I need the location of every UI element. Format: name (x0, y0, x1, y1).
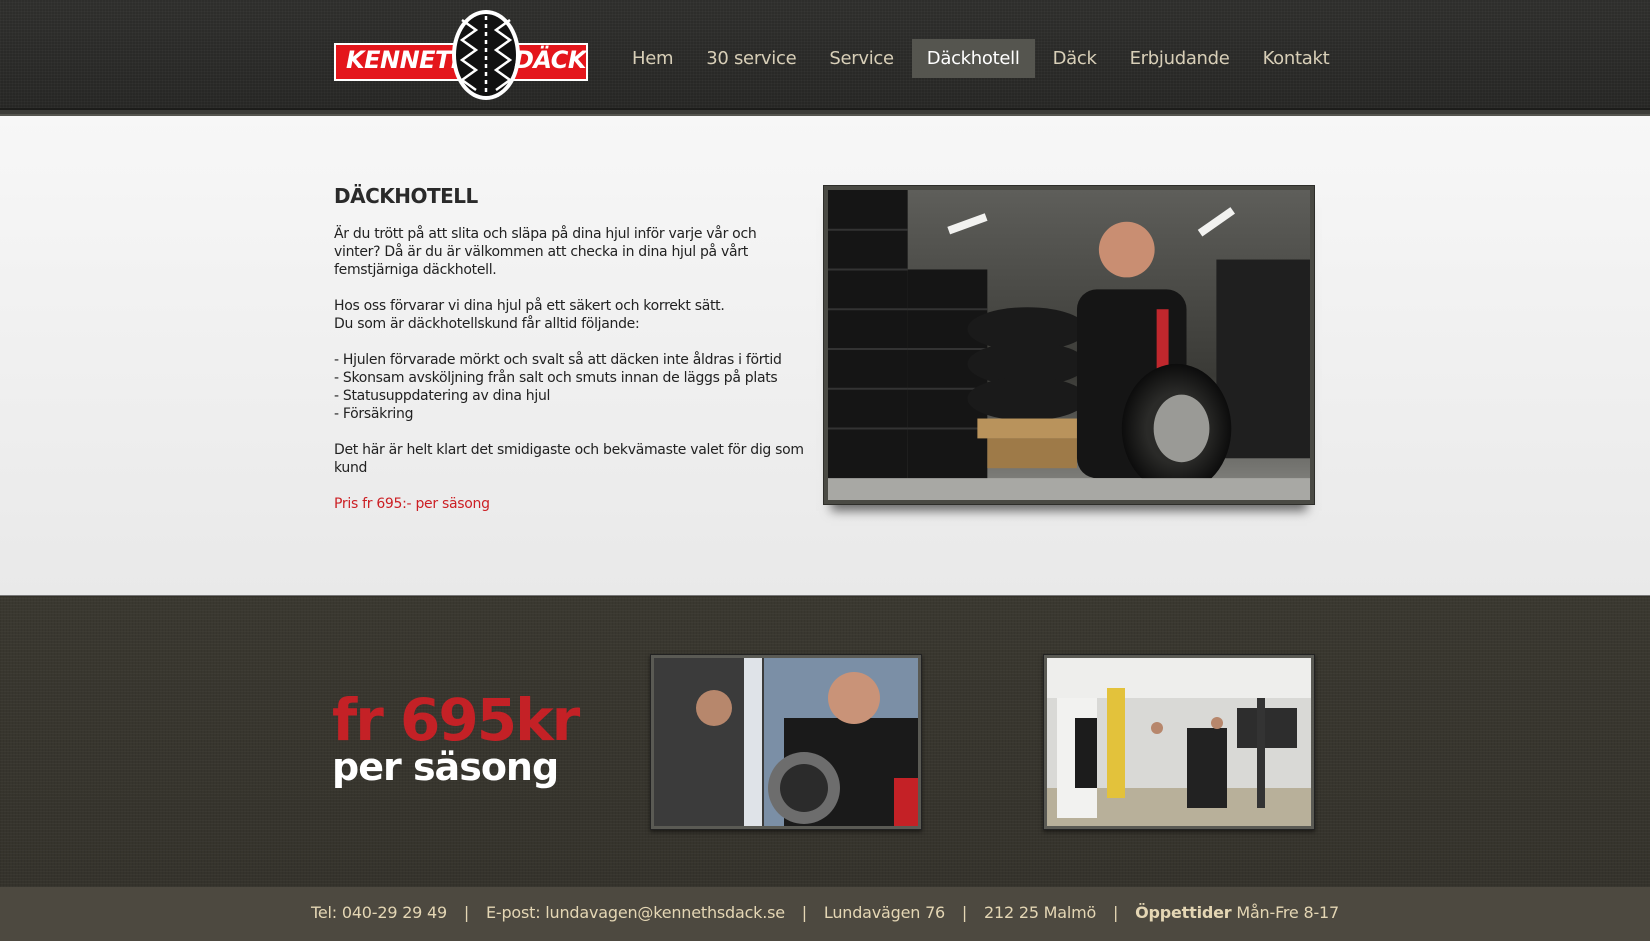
footer-city: 212 25 Malmö (984, 903, 1097, 922)
nav-item-service[interactable]: Service (814, 39, 908, 78)
nav-item-dackhotell[interactable]: Däckhotell (911, 39, 1035, 78)
footer-separator: | (1113, 903, 1119, 922)
promo-photo-2[interactable] (1043, 654, 1315, 830)
site-logo[interactable]: KENNETH'S DÄCK (334, 8, 588, 102)
main-content: DÄCKHOTELL Är du trött på att slita och … (0, 116, 1650, 596)
storage-line-1: Hos oss förvarar vi dina hjul på ett säk… (334, 298, 725, 314)
contact-info: Tel: 040-29 29 49 | E-post: lundavagen@k… (311, 903, 1339, 922)
storage-paragraph: Hos oss förvarar vi dina hjul på ett säk… (334, 297, 804, 333)
mechanic-photo (654, 658, 918, 826)
main-nav: Hem 30 service Service Däckhotell Däck E… (617, 39, 1347, 78)
footer-phone[interactable]: Tel: 040-29 29 49 (311, 903, 447, 922)
promo-band: fr 695kr per säsong (0, 597, 1650, 887)
footer-hours-label: Öppettider (1135, 903, 1232, 922)
tire-storage-photo (828, 190, 1310, 500)
workshop-photo (1047, 658, 1311, 826)
benefit-item: - Försäkring (334, 406, 414, 422)
storage-line-2: Du som är däckhotellskund får alltid föl… (334, 316, 640, 332)
promo-photo-1[interactable] (650, 654, 922, 830)
site-footer: Tel: 040-29 29 49 | E-post: lundavagen@k… (0, 887, 1650, 941)
logo-text-dack: DÄCK (514, 46, 586, 74)
nav-item-30-service[interactable]: 30 service (691, 39, 811, 78)
article-body: Är du trött på att slita och släpa på di… (334, 225, 804, 531)
promo-season: per säsong (332, 745, 559, 789)
benefit-item: - Hjulen förvarade mörkt och svalt så at… (334, 352, 782, 368)
footer-separator: | (961, 903, 968, 922)
nav-item-erbjudande[interactable]: Erbjudande (1115, 39, 1245, 78)
footer-address: Lundavägen 76 (823, 903, 946, 922)
nav-item-dack[interactable]: Däck (1038, 39, 1112, 78)
nav-item-kontakt[interactable]: Kontakt (1248, 39, 1345, 78)
promo-price: fr 695kr (332, 686, 580, 754)
nav-item-hem[interactable]: Hem (617, 39, 688, 78)
closing-paragraph: Det här är helt klart det smidigaste och… (334, 442, 804, 476)
benefit-list: - Hjulen förvarade mörkt och svalt så at… (334, 351, 804, 423)
footer-hours: Mån-Fre 8-17 (1236, 903, 1339, 922)
footer-separator: | (801, 903, 807, 922)
page-title: DÄCKHOTELL (334, 184, 478, 208)
intro-paragraph: Är du trött på att slita och släpa på di… (334, 226, 757, 278)
benefit-item: - Statusuppdatering av dina hjul (334, 388, 551, 404)
hero-photo-frame (823, 185, 1315, 505)
tire-icon (452, 10, 520, 100)
price-text: Pris fr 695:- per säsong (334, 496, 490, 512)
footer-separator: | (463, 903, 470, 922)
footer-email[interactable]: E-post: lundavagen@kennethsdack.se (486, 903, 785, 922)
benefit-item: - Skonsam avsköljning från salt och smut… (334, 370, 778, 386)
site-header: KENNETH'S DÄCK Hem 30 service Service Dä… (0, 0, 1650, 116)
